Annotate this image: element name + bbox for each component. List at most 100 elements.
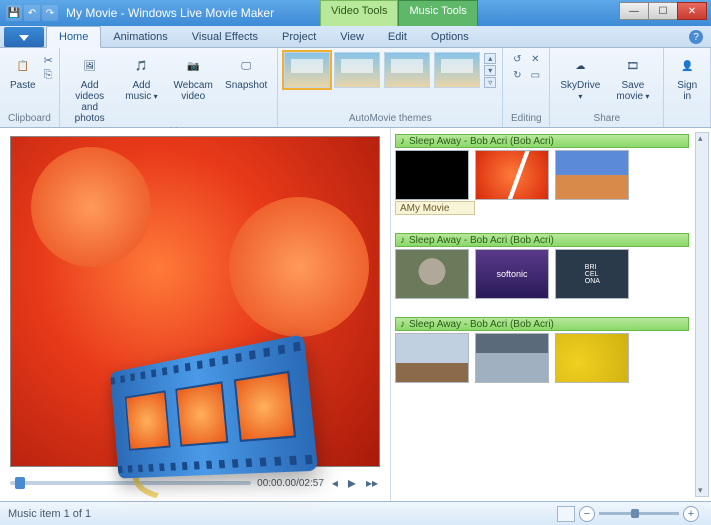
automovie-theme-gallery: ▴ ▾ ▿ — [284, 52, 496, 88]
group-signin: 👤 Sign in — [664, 48, 711, 127]
snapshot-button[interactable]: 🖵 Snapshot — [221, 52, 271, 93]
snapshot-icon: 🖵 — [234, 54, 258, 78]
skydrive-icon: ☁ — [568, 54, 592, 78]
tab-project[interactable]: Project — [270, 27, 328, 47]
storyboard-pane[interactable]: ♪ Sleep Away - Bob Acri (Bob Acri) A My … — [390, 128, 711, 501]
file-menu-button[interactable] — [4, 27, 44, 47]
preview-frame-image — [11, 137, 379, 466]
add-videos-button[interactable]: 🖼 Add videos and photos — [66, 52, 114, 126]
cut-icon[interactable]: ✂ — [44, 54, 53, 67]
rotate-left-icon[interactable]: ↺ — [509, 52, 525, 66]
theme-item[interactable] — [434, 52, 480, 88]
status-bar: Music item 1 of 1 − + — [0, 501, 711, 525]
add-music-button[interactable]: 🎵 Add music — [118, 52, 166, 104]
storyboard-clip[interactable] — [475, 249, 549, 299]
title-prefix: A — [400, 203, 407, 214]
add-music-icon: 🎵 — [129, 54, 153, 78]
theme-item[interactable] — [334, 52, 380, 88]
maximize-button[interactable]: ☐ — [648, 2, 678, 20]
sign-in-button[interactable]: 👤 Sign in — [670, 52, 704, 104]
main-area: 00:00.00/02:57 ◂ ▸ ▸▸ ♪ Sleep Away - Bob… — [0, 128, 711, 501]
storyboard-row: ♪ Sleep Away - Bob Acri (Bob Acri) — [395, 233, 689, 299]
save-movie-button[interactable]: 🎞 Save movie — [608, 52, 657, 104]
rotate-right-icon[interactable]: ↻ — [509, 68, 525, 82]
storyboard-clip[interactable] — [475, 150, 549, 200]
music-track-strip[interactable]: ♪ Sleep Away - Bob Acri (Bob Acri) — [395, 233, 689, 247]
next-frame-button[interactable]: ▸▸ — [364, 476, 380, 490]
skydrive-button[interactable]: ☁ SkyDrive — [556, 52, 604, 104]
group-share: ☁ SkyDrive 🎞 Save movie Share — [550, 48, 664, 127]
preview-pane: 00:00.00/02:57 ◂ ▸ ▸▸ — [0, 128, 390, 501]
paste-button[interactable]: 📋 Paste — [6, 52, 40, 93]
gallery-up-icon[interactable]: ▴ — [484, 53, 496, 64]
play-button[interactable]: ▸ — [346, 473, 358, 493]
view-mode-button[interactable] — [557, 506, 575, 522]
storyboard-clip[interactable] — [555, 249, 629, 299]
ribbon: 📋 Paste ✂ ⎘ Clipboard 🖼 Add videos and p… — [0, 48, 711, 128]
music-track-strip[interactable]: ♪ Sleep Away - Bob Acri (Bob Acri) — [395, 134, 689, 148]
group-label-editing: Editing — [509, 112, 543, 125]
select-all-icon[interactable]: ▭ — [527, 68, 543, 82]
zoom-in-button[interactable]: + — [683, 506, 699, 522]
group-label-automovie: AutoMovie themes — [284, 112, 496, 125]
group-label-clipboard: Clipboard — [6, 112, 53, 125]
music-track-label: Sleep Away - Bob Acri (Bob Acri) — [409, 319, 554, 330]
preview-monitor[interactable] — [10, 136, 380, 467]
contextual-tabs: Video Tools Music Tools — [320, 0, 478, 26]
group-automovie: ▴ ▾ ▿ AutoMovie themes — [278, 48, 503, 127]
context-tab-video-tools[interactable]: Video Tools — [320, 0, 398, 26]
storyboard-clip[interactable] — [475, 333, 549, 383]
seek-slider[interactable] — [10, 481, 251, 485]
storyboard-clip[interactable] — [395, 249, 469, 299]
music-track-label: Sleep Away - Bob Acri (Bob Acri) — [409, 136, 554, 147]
group-add: 🖼 Add videos and photos 🎵 Add music 📷 We… — [60, 48, 279, 127]
gallery-down-icon[interactable]: ▾ — [484, 65, 496, 76]
paste-icon: 📋 — [11, 54, 35, 78]
add-videos-icon: 🖼 — [78, 54, 102, 78]
window-title: My Movie - Windows Live Movie Maker — [66, 6, 274, 20]
title-bar: 💾 ↶ ↷ My Movie - Windows Live Movie Make… — [0, 0, 711, 26]
status-text: Music item 1 of 1 — [8, 508, 91, 520]
webcam-video-button[interactable]: 📷 Webcam video — [169, 52, 217, 104]
help-icon[interactable]: ? — [689, 30, 703, 44]
tab-animations[interactable]: Animations — [101, 27, 179, 47]
storyboard-scrollbar[interactable] — [695, 132, 709, 497]
theme-item[interactable] — [284, 52, 330, 88]
storyboard-clip[interactable] — [395, 333, 469, 383]
close-button[interactable]: ✕ — [677, 2, 707, 20]
group-label-share: Share — [556, 112, 657, 125]
group-clipboard: 📋 Paste ✂ ⎘ Clipboard — [0, 48, 60, 127]
minimize-button[interactable]: — — [619, 2, 649, 20]
music-track-strip[interactable]: ♪ Sleep Away - Bob Acri (Bob Acri) — [395, 317, 689, 331]
storyboard-clip[interactable] — [395, 150, 469, 200]
qat-save-icon[interactable]: 💾 — [6, 5, 22, 21]
tab-visual-effects[interactable]: Visual Effects — [180, 27, 270, 47]
title-clip-label: My Movie — [407, 203, 450, 214]
tab-home[interactable]: Home — [46, 26, 101, 48]
delete-icon[interactable]: ✕ — [527, 52, 543, 66]
webcam-icon: 📷 — [181, 54, 205, 78]
tab-view[interactable]: View — [328, 27, 376, 47]
context-tab-music-tools[interactable]: Music Tools — [398, 0, 477, 26]
storyboard-clip[interactable] — [555, 150, 629, 200]
qat-undo-icon[interactable]: ↶ — [24, 5, 40, 21]
music-note-icon: ♪ — [400, 136, 405, 147]
tab-edit[interactable]: Edit — [376, 27, 419, 47]
storyboard-clip[interactable] — [555, 333, 629, 383]
title-clip-strip[interactable]: A My Movie — [395, 201, 475, 215]
tab-options[interactable]: Options — [419, 27, 481, 47]
timecode-display: 00:00.00/02:57 — [257, 478, 324, 489]
zoom-slider[interactable] — [599, 512, 679, 515]
storyboard-row: ♪ Sleep Away - Bob Acri (Bob Acri) — [395, 317, 689, 383]
player-controls: 00:00.00/02:57 ◂ ▸ ▸▸ — [10, 467, 380, 493]
save-movie-icon: 🎞 — [621, 54, 645, 78]
copy-icon[interactable]: ⎘ — [44, 69, 53, 82]
prev-frame-button[interactable]: ◂ — [330, 476, 340, 490]
window-controls: — ☐ ✕ — [620, 2, 707, 20]
theme-gallery-nav: ▴ ▾ ▿ — [484, 53, 496, 88]
theme-item[interactable] — [384, 52, 430, 88]
zoom-out-button[interactable]: − — [579, 506, 595, 522]
qat-redo-icon[interactable]: ↷ — [42, 5, 58, 21]
music-note-icon: ♪ — [400, 235, 405, 246]
gallery-more-icon[interactable]: ▿ — [484, 77, 496, 88]
